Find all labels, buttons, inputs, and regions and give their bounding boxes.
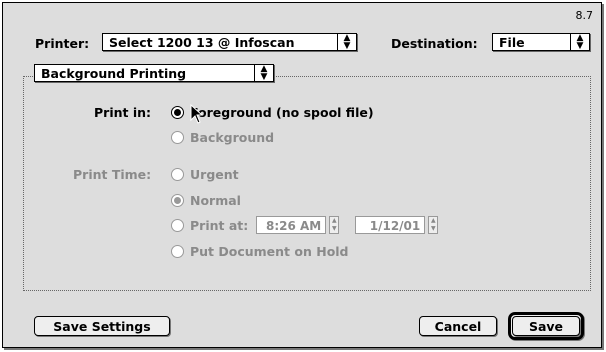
- destination-popup-value: File: [499, 35, 525, 50]
- radio-foreground-label: Foreground (no spool file): [190, 105, 374, 120]
- destination-label: Destination:: [391, 36, 478, 51]
- radio-icon: [171, 218, 184, 232]
- print-in-label: Print in:: [94, 105, 152, 120]
- radio-icon: [171, 131, 184, 144]
- radio-icon: [171, 194, 184, 207]
- radio-hold[interactable]: Put Document on Hold: [171, 244, 349, 259]
- radio-icon: [171, 106, 184, 119]
- cancel-button[interactable]: Cancel: [419, 316, 497, 336]
- radio-normal-label: Normal: [190, 193, 241, 208]
- radio-urgent[interactable]: Urgent: [171, 167, 239, 182]
- radio-icon: [171, 245, 184, 258]
- radio-urgent-label: Urgent: [190, 167, 239, 182]
- printer-label: Printer:: [35, 36, 90, 51]
- popup-arrows-icon: ▲ ▼: [337, 34, 356, 51]
- time-field[interactable]: 8:26 AM: [256, 216, 327, 234]
- radio-print-at[interactable]: Print at: 8:26 AM ▲ ▼ 1/12/01 ▲ ▼: [171, 216, 439, 234]
- date-field[interactable]: 1/12/01: [355, 216, 426, 234]
- radio-background-label: Background: [190, 130, 275, 145]
- printer-popup-value: Select 1200 13 @ Infoscan: [109, 35, 295, 50]
- destination-popup[interactable]: File ▲ ▼: [492, 33, 590, 51]
- save-button[interactable]: Save: [512, 316, 580, 336]
- printer-popup[interactable]: Select 1200 13 @ Infoscan ▲ ▼: [102, 33, 357, 51]
- radio-background[interactable]: Background: [171, 130, 274, 145]
- section-popup-value: Background Printing: [41, 66, 187, 81]
- print-time-label: Print Time:: [73, 167, 152, 182]
- date-stepper-icon[interactable]: ▲ ▼: [428, 216, 439, 234]
- popup-arrows-icon: ▲ ▼: [254, 65, 273, 82]
- radio-normal[interactable]: Normal: [171, 193, 241, 208]
- radio-icon: [171, 168, 184, 181]
- mouse-cursor-icon: [190, 104, 204, 124]
- time-stepper-icon[interactable]: ▲ ▼: [329, 216, 340, 234]
- section-popup[interactable]: Background Printing ▲ ▼: [34, 64, 274, 82]
- radio-hold-label: Put Document on Hold: [190, 244, 349, 259]
- radio-print-at-label: Print at:: [190, 217, 249, 233]
- print-dialog: 8.7 Printer: Select 1200 13 @ Infoscan ▲…: [2, 2, 602, 348]
- version-label: 8.7: [575, 9, 594, 22]
- save-settings-button[interactable]: Save Settings: [34, 316, 170, 336]
- popup-arrows-icon: ▲ ▼: [570, 34, 589, 51]
